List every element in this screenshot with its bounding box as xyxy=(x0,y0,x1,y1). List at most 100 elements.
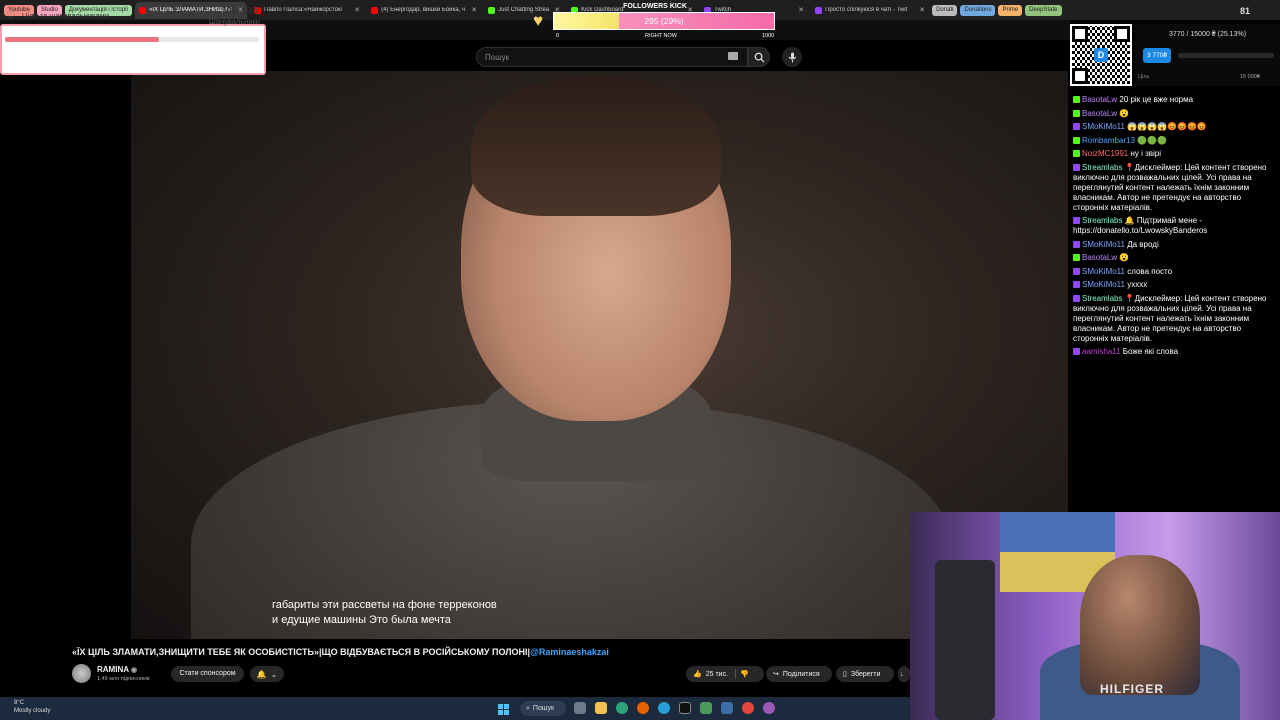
chrome-icon[interactable] xyxy=(742,702,754,714)
twitch-badge-icon xyxy=(1073,123,1080,130)
chat-username[interactable]: Streamlabs xyxy=(1082,163,1122,172)
fan-goal-label: Ціль за шанувальниками xyxy=(22,11,110,20)
bell-icon: 🔔 xyxy=(256,669,267,679)
chat-message: SMoKiMo11 слова посто xyxy=(1073,267,1278,277)
chat-text: 20 рік це вже норма xyxy=(1117,95,1194,104)
tab-counter: 81 xyxy=(1240,6,1251,16)
chat-message: NoizMC1991 ну і звірі xyxy=(1073,149,1278,159)
donation-qr-code: D xyxy=(1070,24,1132,86)
chevron-down-icon: ⌄ xyxy=(270,669,278,679)
browser-tab[interactable]: (4) Енергодар, вишки Бойка, ч ✕ xyxy=(367,2,481,19)
chat-message: BasotaLw 😮 xyxy=(1073,109,1278,119)
tab-favicon-icon xyxy=(371,6,379,14)
twitch-badge-icon xyxy=(1073,267,1080,275)
weather-widget[interactable]: 8°C Mostly cloudy xyxy=(14,699,50,715)
chat-username[interactable]: aamisha11 xyxy=(1082,347,1121,356)
channel-name-text: RAMINA xyxy=(97,665,129,674)
search-input[interactable]: Пошук xyxy=(476,47,748,67)
kick-badge-icon xyxy=(1073,150,1080,157)
twitch-badge-icon xyxy=(1073,348,1080,355)
tab-favicon-icon xyxy=(488,6,496,14)
twitch-badge-icon xyxy=(1073,294,1080,302)
telegram-icon[interactable] xyxy=(658,702,670,714)
fan-goal-count: 608 / 1000 xyxy=(222,6,260,15)
like-count: 25 тис. xyxy=(705,670,729,678)
keyboard-icon[interactable] xyxy=(728,52,738,60)
download-icon: ↓ xyxy=(900,670,904,678)
webcam-shirt-print: HILFIGER xyxy=(1100,682,1164,696)
followers-kick-mid: RIGHT NOW xyxy=(645,33,677,39)
chat-message: Streamlabs 📍Дисклеймер: Цей контент ство… xyxy=(1073,294,1278,344)
twitch-badge-icon xyxy=(1073,217,1080,224)
taskbar-search[interactable]: ⌕ Пошук xyxy=(520,701,566,716)
channel-name[interactable]: RAMINA ◉ xyxy=(97,665,137,674)
video-title-text: «ЇХ ЦІЛЬ ЗЛАМАТИ,ЗНИЩИТИ ТЕБЕ ЯК ОСОБИСТ… xyxy=(72,647,531,657)
start-icon[interactable] xyxy=(498,702,509,720)
twitch-badge-icon xyxy=(1073,240,1080,248)
kick-badge-icon xyxy=(1073,96,1080,103)
app-icon[interactable] xyxy=(721,702,733,714)
followers-kick-min: 0 xyxy=(556,33,560,39)
join-button[interactable]: Стати спонсором xyxy=(171,666,244,682)
chat-username[interactable]: BasotaLw xyxy=(1082,95,1117,104)
heart-icon: ♥ xyxy=(533,11,544,30)
bookmark-icon: ▯ xyxy=(843,671,847,678)
notifications-button[interactable]: 🔔 ⌄ xyxy=(250,666,284,682)
save-button[interactable]: ▯ Зберегти xyxy=(836,666,894,682)
chat-username[interactable]: SMoKiMo11 xyxy=(1082,267,1125,276)
chat-username[interactable]: Streamlabs xyxy=(1082,216,1122,225)
bookmark-right-3[interactable]: DeepState xyxy=(1025,4,1062,16)
like-button[interactable]: 👍 25 тис. 👎 xyxy=(686,666,764,682)
donation-goal-text: 3770 / 15000 ₴ (25.13%) xyxy=(1168,31,1247,38)
browser-tab[interactable]: Просто спілкуюся в чаті - Twit ✕ xyxy=(811,2,929,19)
close-tab-icon[interactable]: ✕ xyxy=(798,6,804,14)
taskbar-search-label: Пошук xyxy=(532,705,555,712)
voice-search-button[interactable] xyxy=(782,47,802,67)
chat-username[interactable]: SMoKiMo11 xyxy=(1082,122,1125,131)
fan-goal-target: 1000 xyxy=(242,6,260,15)
followers-kick-value: 295 (29%) xyxy=(644,16,684,26)
chat-username[interactable]: Streamlabs xyxy=(1082,294,1122,303)
browser-tab[interactable]: Павло Паліса:«Найжорстокі ✕ xyxy=(250,2,364,19)
chat-message: Streamlabs 📍Дисклеймер: Цей контент ство… xyxy=(1073,163,1278,213)
microphone-icon xyxy=(788,52,796,62)
chat-username[interactable]: SMoKiMo11 xyxy=(1082,280,1125,289)
twitch-badge-icon xyxy=(1073,163,1080,171)
subtitle-line-2: и едущие машины Это была мечта xyxy=(272,614,451,626)
share-button[interactable]: ↪ Поділитися xyxy=(766,666,832,682)
chat-username[interactable]: BasotaLw xyxy=(1082,253,1117,262)
app-icon[interactable] xyxy=(700,702,712,714)
chat-username[interactable]: NoizMC1991 xyxy=(1082,149,1128,158)
bookmark-right-1[interactable]: Donations xyxy=(960,4,996,16)
chat-message: BasotaLw 20 рік це вже норма xyxy=(1073,95,1278,105)
share-label: Поділитися xyxy=(782,670,820,678)
download-button[interactable]: ↓ xyxy=(898,666,910,682)
file-explorer-icon[interactable] xyxy=(595,702,607,714)
app-icon[interactable] xyxy=(763,702,775,714)
subtitle-line-1: габариты эти рассветы на фоне терреконов xyxy=(272,599,497,611)
bookmark-right-2[interactable]: Prime xyxy=(998,4,1023,16)
chat-username[interactable]: Rombambar13 xyxy=(1082,136,1135,145)
edge-icon[interactable] xyxy=(616,702,628,714)
tab-favicon-icon xyxy=(139,6,147,14)
kick-badge-icon xyxy=(1073,136,1080,144)
share-icon: ↪ xyxy=(773,671,779,678)
close-tab-icon[interactable]: ✕ xyxy=(471,6,477,14)
chat-username[interactable]: SMoKiMo11 xyxy=(1082,240,1125,249)
obs-icon[interactable] xyxy=(679,702,691,714)
chat-username[interactable]: BasotaLw xyxy=(1082,109,1117,118)
task-view-icon[interactable] xyxy=(574,702,586,714)
channel-subscribers: 1,49 млн підписників xyxy=(97,676,150,682)
video-frame-hair xyxy=(471,76,721,216)
video-title-mention[interactable]: @Raminaeshakzai xyxy=(530,647,609,657)
fan-goal-widget xyxy=(0,24,266,75)
channel-avatar[interactable] xyxy=(72,664,91,683)
firefox-icon[interactable] xyxy=(637,702,649,714)
bookmark-right-0[interactable]: Donati xyxy=(932,4,958,16)
twitch-badge-icon xyxy=(1073,281,1080,288)
search-button[interactable] xyxy=(748,47,770,67)
fan-goal-progress xyxy=(5,37,160,42)
close-tab-icon[interactable]: ✕ xyxy=(354,6,360,14)
close-tab-icon[interactable]: ✕ xyxy=(919,6,925,14)
thumbs-down-icon[interactable]: 👎 xyxy=(740,670,749,678)
